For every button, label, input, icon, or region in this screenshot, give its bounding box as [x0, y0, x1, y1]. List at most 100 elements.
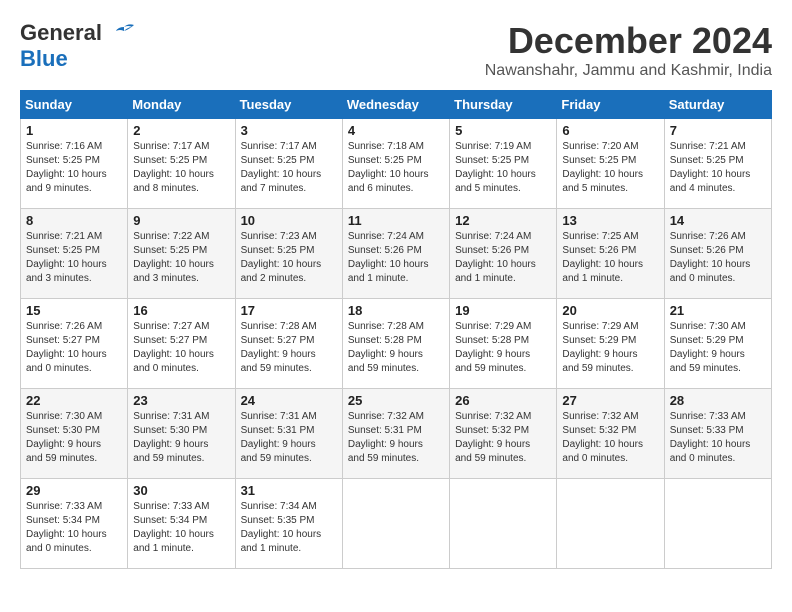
day-info: Sunrise: 7:28 AM Sunset: 5:28 PM Dayligh… [348, 320, 444, 376]
day-number: 27 [562, 393, 658, 408]
calendar-cell: 30 Sunrise: 7:33 AM Sunset: 5:34 PM Dayli… [128, 479, 235, 569]
calendar-header-friday: Friday [557, 91, 664, 119]
calendar-header-saturday: Saturday [664, 91, 771, 119]
calendar-cell [557, 479, 664, 569]
day-number: 7 [670, 123, 766, 138]
day-info: Sunrise: 7:24 AM Sunset: 5:26 PM Dayligh… [348, 230, 444, 286]
calendar-cell [664, 479, 771, 569]
calendar-cell [450, 479, 557, 569]
day-number: 17 [241, 303, 337, 318]
calendar-cell: 19 Sunrise: 7:29 AM Sunset: 5:28 PM Dayli… [450, 299, 557, 389]
day-number: 10 [241, 213, 337, 228]
calendar-cell: 7 Sunrise: 7:21 AM Sunset: 5:25 PM Daylig… [664, 119, 771, 209]
calendar-cell: 11 Sunrise: 7:24 AM Sunset: 5:26 PM Dayli… [342, 209, 449, 299]
logo: General Blue [20, 20, 138, 72]
calendar-cell: 21 Sunrise: 7:30 AM Sunset: 5:29 PM Dayli… [664, 299, 771, 389]
day-info: Sunrise: 7:33 AM Sunset: 5:34 PM Dayligh… [26, 500, 122, 556]
day-number: 20 [562, 303, 658, 318]
day-number: 8 [26, 213, 122, 228]
day-number: 6 [562, 123, 658, 138]
day-number: 21 [670, 303, 766, 318]
calendar-week-row: 29 Sunrise: 7:33 AM Sunset: 5:34 PM Dayli… [21, 479, 772, 569]
day-number: 4 [348, 123, 444, 138]
calendar-cell: 23 Sunrise: 7:31 AM Sunset: 5:30 PM Dayli… [128, 389, 235, 479]
calendar-cell: 8 Sunrise: 7:21 AM Sunset: 5:25 PM Daylig… [21, 209, 128, 299]
day-info: Sunrise: 7:32 AM Sunset: 5:32 PM Dayligh… [562, 410, 658, 466]
day-info: Sunrise: 7:26 AM Sunset: 5:26 PM Dayligh… [670, 230, 766, 286]
day-number: 19 [455, 303, 551, 318]
logo-blue-text: Blue [20, 46, 68, 71]
day-info: Sunrise: 7:28 AM Sunset: 5:27 PM Dayligh… [241, 320, 337, 376]
calendar-cell: 10 Sunrise: 7:23 AM Sunset: 5:25 PM Dayli… [235, 209, 342, 299]
calendar-cell: 22Sunrise: 7:30 AM Sunset: 5:30 PM Dayli… [21, 389, 128, 479]
day-info: Sunrise: 7:22 AM Sunset: 5:25 PM Dayligh… [133, 230, 229, 286]
calendar-cell: 5 Sunrise: 7:19 AM Sunset: 5:25 PM Daylig… [450, 119, 557, 209]
day-number: 23 [133, 393, 229, 408]
logo-bird-icon [110, 23, 138, 45]
calendar-cell: 26 Sunrise: 7:32 AM Sunset: 5:32 PM Dayli… [450, 389, 557, 479]
day-info: Sunrise: 7:25 AM Sunset: 5:26 PM Dayligh… [562, 230, 658, 286]
day-info: Sunrise: 7:17 AM Sunset: 5:25 PM Dayligh… [241, 140, 337, 196]
day-number: 31 [241, 483, 337, 498]
day-info: Sunrise: 7:20 AM Sunset: 5:25 PM Dayligh… [562, 140, 658, 196]
calendar-cell: 9Sunrise: 7:22 AM Sunset: 5:25 PM Daylig… [128, 209, 235, 299]
day-number: 5 [455, 123, 551, 138]
calendar-cell: 18 Sunrise: 7:28 AM Sunset: 5:28 PM Dayli… [342, 299, 449, 389]
day-number: 22 [26, 393, 122, 408]
day-info: Sunrise: 7:23 AM Sunset: 5:25 PM Dayligh… [241, 230, 337, 286]
day-info: Sunrise: 7:32 AM Sunset: 5:32 PM Dayligh… [455, 410, 551, 466]
day-info: Sunrise: 7:21 AM Sunset: 5:25 PM Dayligh… [26, 230, 122, 286]
day-info: Sunrise: 7:16 AM Sunset: 5:25 PM Dayligh… [26, 140, 122, 196]
day-number: 12 [455, 213, 551, 228]
calendar-week-row: 1 Sunrise: 7:16 AM Sunset: 5:25 PM Daylig… [21, 119, 772, 209]
day-info: Sunrise: 7:26 AM Sunset: 5:27 PM Dayligh… [26, 320, 122, 376]
day-number: 29 [26, 483, 122, 498]
page-header: General Blue December 2024 Nawanshahr, J… [20, 20, 772, 80]
calendar-cell: 25Sunrise: 7:32 AM Sunset: 5:31 PM Dayli… [342, 389, 449, 479]
day-number: 16 [133, 303, 229, 318]
calendar-cell: 16Sunrise: 7:27 AM Sunset: 5:27 PM Dayli… [128, 299, 235, 389]
calendar-cell: 20 Sunrise: 7:29 AM Sunset: 5:29 PM Dayli… [557, 299, 664, 389]
day-info: Sunrise: 7:21 AM Sunset: 5:25 PM Dayligh… [670, 140, 766, 196]
day-number: 30 [133, 483, 229, 498]
calendar-header-monday: Monday [128, 91, 235, 119]
calendar-cell: 4 Sunrise: 7:18 AM Sunset: 5:25 PM Daylig… [342, 119, 449, 209]
day-number: 15 [26, 303, 122, 318]
calendar-body: 1 Sunrise: 7:16 AM Sunset: 5:25 PM Daylig… [21, 119, 772, 569]
logo-text: General [20, 20, 138, 46]
calendar-cell: 3 Sunrise: 7:17 AM Sunset: 5:25 PM Daylig… [235, 119, 342, 209]
calendar-cell: 15 Sunrise: 7:26 AM Sunset: 5:27 PM Dayli… [21, 299, 128, 389]
day-number: 1 [26, 123, 122, 138]
calendar-cell: 27 Sunrise: 7:32 AM Sunset: 5:32 PM Dayli… [557, 389, 664, 479]
calendar-week-row: 22Sunrise: 7:30 AM Sunset: 5:30 PM Dayli… [21, 389, 772, 479]
calendar-header-row: SundayMondayTuesdayWednesdayThursdayFrid… [21, 91, 772, 119]
day-info: Sunrise: 7:30 AM Sunset: 5:29 PM Dayligh… [670, 320, 766, 376]
location-title: Nawanshahr, Jammu and Kashmir, India [485, 62, 772, 80]
day-info: Sunrise: 7:32 AM Sunset: 5:31 PM Dayligh… [348, 410, 444, 466]
calendar-cell: 29 Sunrise: 7:33 AM Sunset: 5:34 PM Dayli… [21, 479, 128, 569]
calendar-header-wednesday: Wednesday [342, 91, 449, 119]
calendar-cell: 24Sunrise: 7:31 AM Sunset: 5:31 PM Dayli… [235, 389, 342, 479]
calendar-week-row: 15 Sunrise: 7:26 AM Sunset: 5:27 PM Dayli… [21, 299, 772, 389]
calendar-cell: 14Sunrise: 7:26 AM Sunset: 5:26 PM Dayli… [664, 209, 771, 299]
day-number: 18 [348, 303, 444, 318]
day-number: 11 [348, 213, 444, 228]
day-number: 26 [455, 393, 551, 408]
day-info: Sunrise: 7:29 AM Sunset: 5:29 PM Dayligh… [562, 320, 658, 376]
calendar-cell: 1 Sunrise: 7:16 AM Sunset: 5:25 PM Daylig… [21, 119, 128, 209]
calendar-cell: 17 Sunrise: 7:28 AM Sunset: 5:27 PM Dayli… [235, 299, 342, 389]
day-info: Sunrise: 7:29 AM Sunset: 5:28 PM Dayligh… [455, 320, 551, 376]
calendar-week-row: 8 Sunrise: 7:21 AM Sunset: 5:25 PM Daylig… [21, 209, 772, 299]
day-number: 3 [241, 123, 337, 138]
day-info: Sunrise: 7:19 AM Sunset: 5:25 PM Dayligh… [455, 140, 551, 196]
calendar-cell: 31 Sunrise: 7:34 AM Sunset: 5:35 PM Dayli… [235, 479, 342, 569]
day-info: Sunrise: 7:33 AM Sunset: 5:34 PM Dayligh… [133, 500, 229, 556]
day-info: Sunrise: 7:18 AM Sunset: 5:25 PM Dayligh… [348, 140, 444, 196]
day-number: 24 [241, 393, 337, 408]
day-info: Sunrise: 7:31 AM Sunset: 5:30 PM Dayligh… [133, 410, 229, 466]
calendar-cell [342, 479, 449, 569]
day-info: Sunrise: 7:24 AM Sunset: 5:26 PM Dayligh… [455, 230, 551, 286]
day-info: Sunrise: 7:34 AM Sunset: 5:35 PM Dayligh… [241, 500, 337, 556]
day-number: 13 [562, 213, 658, 228]
month-title: December 2024 [485, 20, 772, 62]
